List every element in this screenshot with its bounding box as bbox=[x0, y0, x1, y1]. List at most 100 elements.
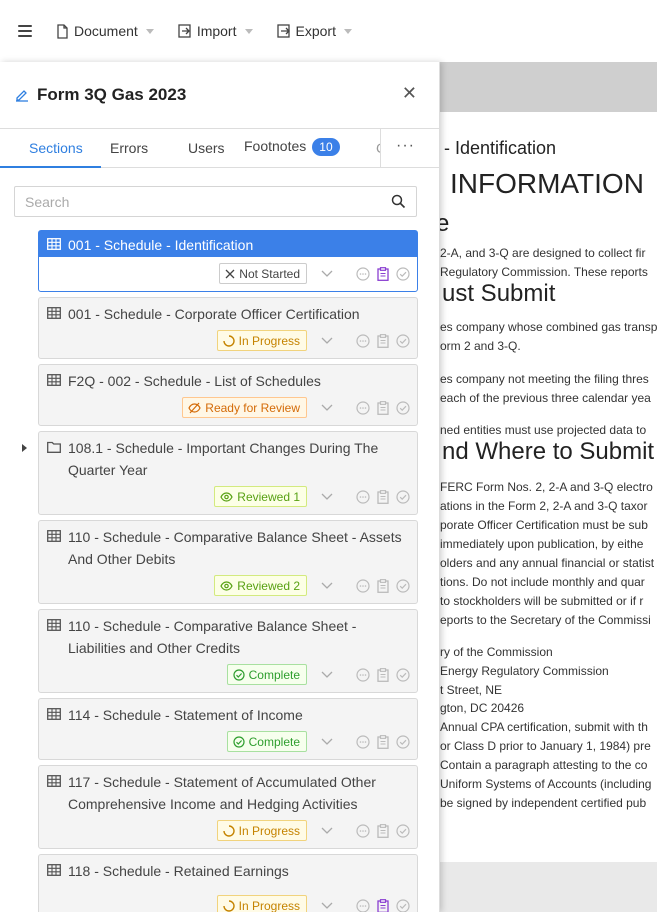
export-menu[interactable]: Export bbox=[276, 23, 352, 39]
hamburger-menu-icon[interactable] bbox=[18, 23, 34, 39]
status-badge[interactable]: In Progress bbox=[216, 330, 307, 351]
chevron-down-icon[interactable] bbox=[321, 827, 333, 835]
section-item[interactable]: 118 - Schedule - Retained Earnings In Pr… bbox=[38, 854, 418, 912]
chevron-down-icon[interactable] bbox=[321, 671, 333, 679]
close-icon[interactable]: ✕ bbox=[402, 83, 417, 104]
section-item-header: 001 - Schedule - Corporate Officer Certi… bbox=[39, 298, 417, 325]
section-item-header: 117 - Schedule - Statement of Accumulate… bbox=[39, 766, 417, 815]
check-circle-icon[interactable] bbox=[396, 266, 410, 281]
status-badge[interactable]: Reviewed 2 bbox=[214, 575, 307, 596]
section-item[interactable]: 117 - Schedule - Statement of Accumulate… bbox=[38, 765, 418, 849]
check-circle-icon[interactable] bbox=[396, 734, 410, 749]
section-item[interactable]: 108.1 - Schedule - Important Changes Dur… bbox=[38, 431, 418, 515]
document-text-line: each of the previous three calendar yea bbox=[440, 391, 651, 405]
status-badge[interactable]: In Progress bbox=[216, 820, 307, 841]
clipboard-icon[interactable] bbox=[377, 578, 389, 593]
chevron-down-icon[interactable] bbox=[321, 404, 333, 412]
check-circle-icon[interactable] bbox=[396, 400, 410, 415]
section-item[interactable]: F2Q - 002 - Schedule - List of Schedules… bbox=[38, 364, 418, 426]
status-label: Complete bbox=[248, 667, 300, 682]
check-circle-icon[interactable] bbox=[396, 823, 410, 838]
status-badge[interactable]: Not Started bbox=[219, 263, 307, 284]
section-item-title: 118 - Schedule - Retained Earnings bbox=[68, 863, 289, 879]
section-item[interactable]: 001 - Schedule - Corporate Officer Certi… bbox=[38, 297, 418, 359]
panel-header: Form 3Q Gas 2023 ✕ bbox=[0, 62, 439, 128]
section-item-footer: In Progress bbox=[216, 330, 410, 351]
check-circle-icon[interactable] bbox=[396, 489, 410, 504]
more-tabs-icon[interactable]: ··· bbox=[396, 137, 415, 155]
clipboard-icon[interactable] bbox=[377, 333, 389, 348]
section-item[interactable]: 001 - Schedule - Identification Not Star… bbox=[38, 230, 418, 292]
clipboard-icon[interactable] bbox=[377, 667, 389, 682]
clipboard-icon[interactable] bbox=[377, 400, 389, 415]
chevron-down-icon[interactable] bbox=[321, 493, 333, 501]
status-label: Complete bbox=[248, 734, 300, 749]
status-badge[interactable]: Reviewed 1 bbox=[214, 486, 307, 507]
check-circle-icon[interactable] bbox=[396, 898, 410, 912]
comment-icon[interactable] bbox=[356, 898, 370, 912]
section-item[interactable]: 114 - Schedule - Statement of Income Com… bbox=[38, 698, 418, 760]
status-badge[interactable]: Complete bbox=[226, 664, 307, 685]
check-circle-icon[interactable] bbox=[396, 333, 410, 348]
section-item-title: 110 - Schedule - Comparative Balance She… bbox=[68, 618, 357, 656]
clipboard-icon[interactable] bbox=[377, 266, 389, 281]
comment-icon[interactable] bbox=[356, 667, 370, 682]
chevron-down-icon[interactable] bbox=[321, 738, 333, 746]
document-text-line: ations in the Form 2, 2-A and 3-Q taxor bbox=[440, 499, 648, 513]
section-item-footer: In Progress bbox=[216, 895, 410, 912]
status-badge[interactable]: In Progress bbox=[216, 895, 307, 912]
table-icon bbox=[47, 530, 61, 542]
clipboard-icon[interactable] bbox=[377, 823, 389, 838]
section-item-title: 117 - Schedule - Statement of Accumulate… bbox=[68, 774, 376, 812]
section-item[interactable]: 110 - Schedule - Comparative Balance She… bbox=[38, 609, 418, 693]
chevron-down-icon[interactable] bbox=[321, 337, 333, 345]
eye-off-icon bbox=[188, 402, 201, 413]
tab-users[interactable]: Users bbox=[188, 140, 225, 156]
table-icon bbox=[47, 307, 61, 319]
tab-errors[interactable]: Errors bbox=[110, 140, 148, 156]
expand-caret-icon[interactable] bbox=[22, 444, 27, 452]
comment-icon[interactable] bbox=[356, 823, 370, 838]
document-text-line: es company whose combined gas transp bbox=[440, 320, 657, 334]
import-menu[interactable]: Import bbox=[178, 23, 253, 39]
clipboard-icon[interactable] bbox=[377, 734, 389, 749]
section-item-header: 110 - Schedule - Comparative Balance She… bbox=[39, 521, 417, 570]
section-item[interactable]: 110 - Schedule - Comparative Balance She… bbox=[38, 520, 418, 604]
comment-icon[interactable] bbox=[356, 734, 370, 749]
edit-pencil-icon[interactable] bbox=[15, 88, 29, 102]
tab-footnotes[interactable]: Footnotes 10 bbox=[244, 138, 340, 156]
export-menu-label: Export bbox=[295, 23, 336, 39]
document-menu[interactable]: Document bbox=[56, 23, 154, 39]
document-text-line: Uniform Systems of Accounts (including bbox=[440, 777, 652, 791]
clipboard-icon[interactable] bbox=[377, 898, 389, 912]
document-text-line: Energy Regulatory Commission bbox=[440, 664, 609, 678]
chevron-down-icon[interactable] bbox=[321, 902, 333, 910]
status-label: In Progress bbox=[238, 823, 300, 838]
clipboard-icon[interactable] bbox=[377, 489, 389, 504]
spinner-icon bbox=[222, 899, 235, 912]
document-text-line: ry of the Commission bbox=[440, 645, 553, 659]
comment-icon[interactable] bbox=[356, 400, 370, 415]
search-icon[interactable] bbox=[391, 194, 406, 209]
chevron-down-icon[interactable] bbox=[321, 582, 333, 590]
comment-icon[interactable] bbox=[356, 578, 370, 593]
comment-icon[interactable] bbox=[356, 333, 370, 348]
check-circle-icon[interactable] bbox=[396, 667, 410, 682]
chevron-down-icon[interactable] bbox=[321, 270, 333, 278]
tab-footnotes-label: Footnotes bbox=[244, 138, 307, 154]
section-item-header: F2Q - 002 - Schedule - List of Schedules bbox=[39, 365, 417, 392]
status-badge[interactable]: Complete bbox=[226, 731, 307, 752]
sections-panel: Form 3Q Gas 2023 ✕ Sections Errors Users… bbox=[0, 62, 440, 912]
check-circle-icon[interactable] bbox=[396, 578, 410, 593]
comment-icon[interactable] bbox=[356, 266, 370, 281]
eye-icon bbox=[220, 580, 233, 591]
section-item-title: 001 - Schedule - Corporate Officer Certi… bbox=[68, 306, 360, 322]
search-box bbox=[14, 186, 417, 217]
status-badge[interactable]: Ready for Review bbox=[182, 397, 307, 418]
search-input[interactable] bbox=[15, 187, 375, 216]
import-menu-label: Import bbox=[196, 23, 237, 39]
tab-sections[interactable]: Sections bbox=[29, 140, 83, 156]
section-item-title: 110 - Schedule - Comparative Balance She… bbox=[68, 529, 402, 567]
comment-icon[interactable] bbox=[356, 489, 370, 504]
document-text-line: es company not meeting the filing thres bbox=[440, 372, 649, 386]
